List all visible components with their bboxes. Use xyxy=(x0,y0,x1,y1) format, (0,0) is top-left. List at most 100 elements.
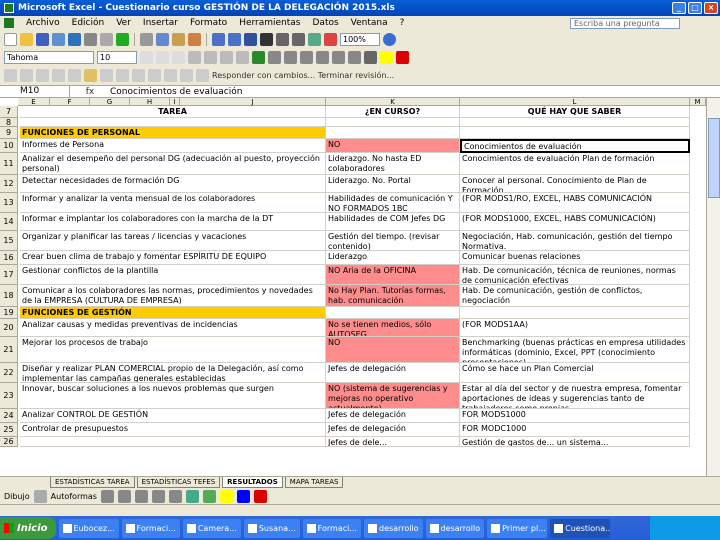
font-select[interactable]: Tahoma xyxy=(4,50,94,64)
decrease-indent-icon[interactable] xyxy=(332,50,345,64)
sort-asc-icon[interactable] xyxy=(276,32,289,46)
menu-ver[interactable]: Ver xyxy=(116,18,131,28)
column-header[interactable]: I xyxy=(170,98,180,106)
menu-insertar[interactable]: Insertar xyxy=(143,18,178,28)
task-6[interactable]: desarrollo xyxy=(363,518,423,538)
increase-indent-icon[interactable] xyxy=(348,50,361,64)
help-icon[interactable] xyxy=(383,32,396,46)
review-icon-6[interactable] xyxy=(100,68,113,82)
name-box[interactable]: M10 xyxy=(0,85,70,98)
knowledge-cell[interactable]: FOR MODC1000 xyxy=(460,423,690,437)
task-cell[interactable]: FUNCIONES DE PERSONAL xyxy=(20,127,326,139)
textbox-icon[interactable] xyxy=(168,489,182,503)
task-7[interactable]: desarrollo xyxy=(425,518,485,538)
column-header[interactable]: M xyxy=(690,98,706,106)
align-left-icon[interactable] xyxy=(188,50,201,64)
status-cell[interactable] xyxy=(326,118,460,127)
task-cell[interactable]: Analizar el desempeño del personal DG (a… xyxy=(20,153,326,175)
decrease-decimal-icon[interactable] xyxy=(316,50,329,64)
cut-icon[interactable] xyxy=(140,32,153,46)
email-icon[interactable] xyxy=(68,32,81,46)
close-button[interactable]: × xyxy=(704,2,718,14)
row-header[interactable]: 10 xyxy=(0,139,18,153)
status-cell[interactable]: Habilidades de comunicación Y NO FORMADO… xyxy=(326,193,460,213)
knowledge-cell[interactable] xyxy=(460,127,690,139)
task-cell[interactable]: Detectar necesidades de formación DG xyxy=(20,175,326,193)
print-icon[interactable] xyxy=(84,32,97,46)
clipart-icon[interactable] xyxy=(202,489,216,503)
italic-icon[interactable] xyxy=(156,50,169,64)
knowledge-cell[interactable]: Comunicar buenas relaciones xyxy=(460,251,690,265)
row-header[interactable]: 25 xyxy=(0,423,18,437)
row-header[interactable]: 19 xyxy=(0,307,18,319)
underline-icon[interactable] xyxy=(172,50,185,64)
review-icon-3[interactable] xyxy=(36,68,49,82)
oval-icon[interactable] xyxy=(151,489,165,503)
row-header[interactable]: 21 xyxy=(0,337,18,363)
row-header[interactable]: 9 xyxy=(0,127,18,139)
task-cell[interactable]: Diseñar y realizar PLAN COMERCIAL propio… xyxy=(20,363,326,383)
knowledge-cell[interactable]: Gestión de gastos de... un sistema... xyxy=(460,437,690,447)
knowledge-cell[interactable]: FOR MODS1000 xyxy=(460,409,690,423)
knowledge-cell[interactable]: Conocimientos de evaluación xyxy=(460,139,690,153)
maximize-button[interactable]: □ xyxy=(688,2,702,14)
task-cell[interactable]: Informar y analizar la venta mensual de … xyxy=(20,193,326,213)
knowledge-cell[interactable]: Hab. De comunicación, técnica de reunion… xyxy=(460,265,690,285)
currency-icon[interactable] xyxy=(252,50,265,64)
status-cell[interactable]: Liderazgo. No. Portal xyxy=(326,175,460,193)
row-header[interactable]: 8 xyxy=(0,118,18,127)
paste-icon[interactable] xyxy=(172,32,185,46)
percent-icon[interactable] xyxy=(268,50,281,64)
knowledge-cell[interactable] xyxy=(460,307,690,319)
status-cell[interactable]: Liderazgo xyxy=(326,251,460,265)
sort-desc-icon[interactable] xyxy=(292,32,305,46)
wordart-icon[interactable] xyxy=(185,489,199,503)
row-header[interactable]: 15 xyxy=(0,231,18,251)
print-preview-icon[interactable] xyxy=(100,32,113,46)
task-1[interactable]: Eubocez... xyxy=(58,518,119,538)
status-cell[interactable]: Gestión del tiempo. (revisar contenido) xyxy=(326,231,460,251)
task-cell[interactable] xyxy=(20,437,326,447)
status-cell[interactable]: Jefes de delegación xyxy=(326,363,460,383)
status-cell[interactable]: ¿EN CURSO? xyxy=(326,106,460,118)
review-icon-2[interactable] xyxy=(20,68,33,82)
bold-icon[interactable] xyxy=(140,50,153,64)
review-reply-label[interactable]: Responder con cambios... Terminar revisi… xyxy=(212,71,394,80)
knowledge-cell[interactable]: QUÉ HAY QUE SABER xyxy=(460,106,690,118)
sheet-tab-estadisticas-tarea[interactable]: ESTADÍSTICAS TAREA xyxy=(50,477,135,488)
formula-input[interactable]: Conocimientos de evaluación xyxy=(110,87,242,97)
task-cell[interactable]: Analizar CONTROL DE GESTIÓN xyxy=(20,409,326,423)
menu-formato[interactable]: Formato xyxy=(190,18,227,28)
task-3[interactable]: Camera... xyxy=(182,518,241,538)
task-9[interactable]: Cuestiona... xyxy=(550,518,611,538)
fill-icon[interactable] xyxy=(219,489,233,503)
menu-edicion[interactable]: Edición xyxy=(72,18,105,28)
start-button[interactable]: Inicio xyxy=(0,517,56,539)
knowledge-cell[interactable]: Negociación, Hab. comunicación, gestión … xyxy=(460,231,690,251)
column-header[interactable]: E xyxy=(18,98,50,106)
task-cell[interactable]: Organizar y planificar las tareas / lice… xyxy=(20,231,326,251)
knowledge-cell[interactable]: (FOR MODS1AA) xyxy=(460,319,690,337)
task-cell[interactable]: Informes de Persona xyxy=(20,139,326,153)
row-header[interactable]: 11 xyxy=(0,153,18,175)
menu-ventana[interactable]: Ventana xyxy=(351,18,388,28)
copy-icon[interactable] xyxy=(156,32,169,46)
save-icon[interactable] xyxy=(36,32,49,46)
vertical-scrollbar[interactable] xyxy=(706,98,720,476)
status-cell[interactable]: NO (sistema de sugerencias y mejoras no … xyxy=(326,383,460,409)
font-color-icon[interactable] xyxy=(396,50,409,64)
sheet-tab-mapa-tareas[interactable]: MAPA TAREAS xyxy=(284,477,344,488)
row-header[interactable]: 12 xyxy=(0,175,18,193)
minimize-button[interactable]: _ xyxy=(672,2,686,14)
status-cell[interactable]: Liderazgo. No hasta ED colaboradores xyxy=(326,153,460,175)
status-cell[interactable]: NO xyxy=(326,337,460,363)
spelling-icon[interactable] xyxy=(116,32,129,46)
review-icon-9[interactable] xyxy=(148,68,161,82)
status-cell[interactable] xyxy=(326,127,460,139)
knowledge-cell[interactable]: (FOR MODS1000, EXCEL, HABS COMUNICACIÓN) xyxy=(460,213,690,231)
autosum-icon[interactable] xyxy=(260,32,273,46)
task-cell[interactable]: TAREA xyxy=(20,106,326,118)
review-icon-8[interactable] xyxy=(132,68,145,82)
format-painter-icon[interactable] xyxy=(188,32,201,46)
row-header[interactable]: 18 xyxy=(0,285,18,307)
